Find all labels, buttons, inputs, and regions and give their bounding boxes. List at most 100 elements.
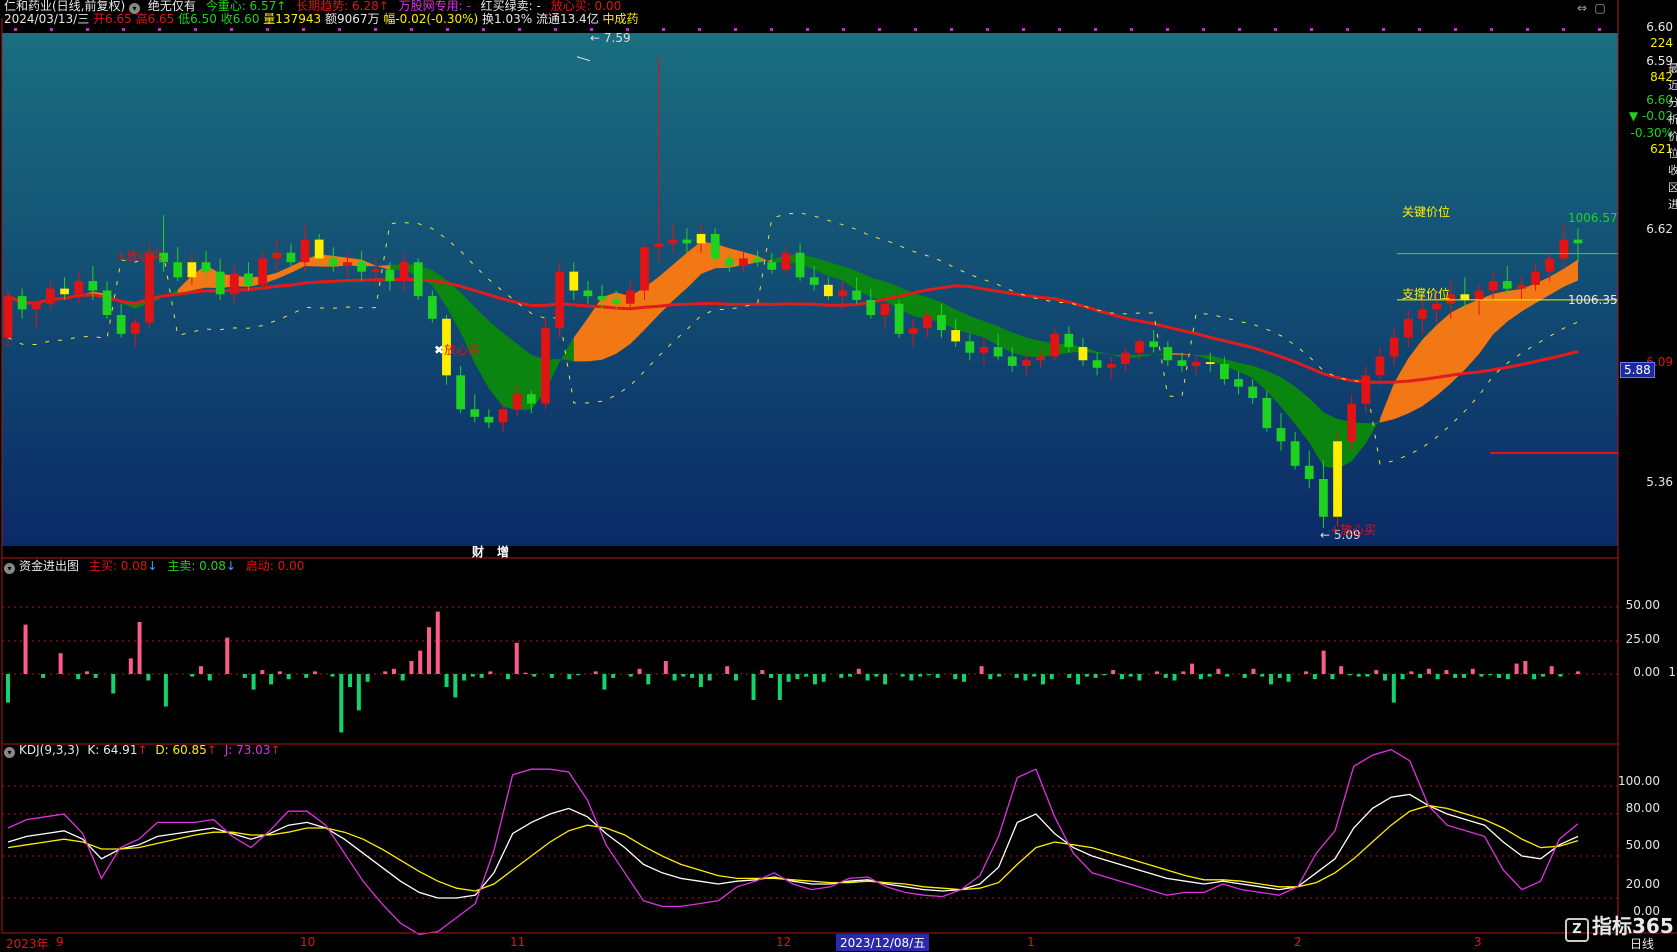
money-bar <box>1163 674 1168 678</box>
candle-body <box>1276 428 1286 442</box>
candle-body <box>753 258 763 263</box>
money-bar <box>427 627 432 674</box>
candle-body <box>1361 375 1371 404</box>
money-bar <box>628 674 633 677</box>
money-bar <box>1172 674 1177 681</box>
money-bar <box>1216 668 1221 674</box>
kdj-settings-icon[interactable]: ▾ <box>4 747 15 758</box>
kdj-axis-80: 80.00 <box>1625 801 1660 815</box>
finance-tag-2[interactable]: 增 <box>497 543 509 560</box>
top-dot <box>302 28 305 31</box>
money-bar <box>137 622 142 674</box>
money-bar <box>1505 674 1510 680</box>
money-bar <box>1435 674 1440 680</box>
money-bar <box>576 674 581 676</box>
top-dot <box>1238 28 1241 31</box>
candle-body <box>1078 347 1088 361</box>
candle-body <box>3 296 13 338</box>
candle-body <box>654 243 664 248</box>
money-bar <box>286 674 291 680</box>
candle-body <box>286 252 296 263</box>
candle-body <box>1163 347 1173 361</box>
candle-body <box>880 303 890 316</box>
candle-body <box>1290 441 1300 466</box>
top-dot <box>1562 28 1565 31</box>
top-dot <box>1274 28 1277 31</box>
high-mark-label: ← 7.59 <box>590 31 631 45</box>
money-bar <box>1444 670 1449 674</box>
money-bar <box>462 674 467 681</box>
price-axis-1: 6.62 <box>1646 222 1673 236</box>
candle-body <box>838 290 847 297</box>
money-bar <box>1312 674 1317 680</box>
candle-body <box>739 258 748 266</box>
money-bar <box>567 674 572 680</box>
current-price-tag: 5.88 <box>1620 362 1655 378</box>
rp-vol1: 224 <box>1650 36 1673 50</box>
top-dot <box>734 28 737 31</box>
candle-body <box>1036 356 1045 361</box>
money-bar <box>979 666 984 674</box>
money-bar <box>1558 674 1563 677</box>
candle-body <box>993 347 1003 357</box>
top-dot <box>1130 28 1133 31</box>
money-bar <box>444 674 449 687</box>
candle-body <box>611 299 621 304</box>
money-bar <box>1128 674 1133 677</box>
support-price-value: 1006.35 <box>1568 293 1618 307</box>
candle-body <box>272 252 282 259</box>
top-dot <box>446 28 449 31</box>
money-bar <box>1540 674 1545 677</box>
kdj-panel-title: ▾ KDJ(9,3,3) K: 64.91↑ D: 60.85↑ J: 73.03… <box>4 743 281 758</box>
money-bar <box>1084 674 1089 677</box>
top-dot <box>1418 28 1421 31</box>
money-bar <box>769 674 774 678</box>
money-bar <box>1409 671 1414 674</box>
candle-body <box>1021 360 1031 366</box>
money-bar <box>277 671 282 674</box>
candle-body <box>1347 403 1357 442</box>
money-layer <box>2 606 1618 733</box>
money-bar <box>698 674 703 687</box>
money-settings-icon[interactable]: ▾ <box>4 563 15 574</box>
candle-body <box>1545 258 1555 272</box>
candle-body <box>1488 281 1498 291</box>
candle-body <box>399 262 409 282</box>
money-bar <box>41 674 46 678</box>
candle-body <box>922 315 932 329</box>
money-bar <box>304 674 309 678</box>
money-bar <box>23 624 28 674</box>
money-bar <box>58 653 63 674</box>
buy-signal-1: +放心买 <box>116 249 163 263</box>
money-bar <box>733 674 738 681</box>
finance-tag-1[interactable]: 财 <box>472 543 484 560</box>
money-bar <box>1418 674 1423 678</box>
candle-body <box>201 262 211 272</box>
candle-body <box>526 394 536 404</box>
candle-body <box>1106 364 1116 368</box>
money-bar <box>672 674 677 681</box>
money-axis-25: 25.00 <box>1625 632 1660 646</box>
candle-body <box>427 296 437 319</box>
money-bar <box>1321 650 1326 674</box>
money-bar <box>707 674 712 681</box>
candle-body <box>555 271 565 329</box>
top-dot <box>1598 28 1601 31</box>
candle-body <box>46 288 55 304</box>
money-bar <box>646 674 651 685</box>
money-bar <box>1374 670 1379 674</box>
candle-body <box>682 239 692 244</box>
money-bar <box>1119 674 1124 680</box>
money-bar <box>330 674 335 677</box>
support-price-label: 支撑价位 <box>1402 287 1451 301</box>
kdj-layer <box>2 748 1618 936</box>
rp-change: ▼ -0.02 <box>1628 109 1673 123</box>
candle-body <box>229 273 239 295</box>
candle-body <box>767 262 777 270</box>
money-bar <box>812 674 817 685</box>
candle-body <box>31 303 41 310</box>
top-dot <box>158 28 161 31</box>
logo-icon: Z <box>1565 918 1589 942</box>
money-bar <box>1076 674 1081 685</box>
money-bar <box>725 666 730 674</box>
